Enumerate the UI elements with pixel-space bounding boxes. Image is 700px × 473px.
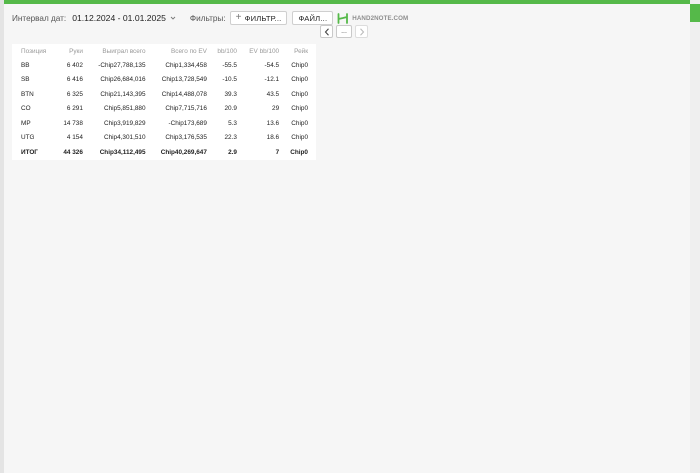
column-header-ev[interactable]: Всего по EV — [149, 44, 210, 58]
filter-button[interactable]: + ФИЛЬТР... — [229, 11, 288, 25]
date-range-selector[interactable]: 01.12.2024 - 01.01.2025 — [72, 13, 176, 23]
cell-rake: Chip0 — [291, 105, 308, 113]
cell-bb100: 22.3 — [224, 134, 237, 142]
position-stats-card: Позиция Руки Выиграл всего Всего по EV b… — [12, 44, 316, 160]
cell-hands: 6 325 — [66, 90, 83, 98]
cell-won: Chip21,143,395 — [100, 90, 146, 98]
column-header-ev-bb100[interactable]: EV bb/100 — [240, 44, 282, 58]
hand2note-logo: HAND2NOTE.COM — [337, 12, 409, 24]
chevron-down-icon — [170, 16, 176, 20]
cell-won: Chip3,919,829 — [103, 119, 146, 127]
cell-won: Chip4,301,510 — [103, 134, 146, 142]
right-edge-accent — [690, 4, 700, 22]
column-header-bb100[interactable]: bb/100 — [210, 44, 240, 58]
cell-ev: Chip14,488,078 — [161, 90, 207, 98]
cell-position: UTG — [21, 134, 35, 142]
cell-position: CO — [21, 105, 31, 113]
filters-label: Фильтры: — [189, 13, 226, 23]
table-row[interactable]: SB 6 416 Chip26,684,016 Chip13,728,549 -10.5… — [12, 73, 316, 88]
column-header-hands[interactable]: Руки — [56, 44, 86, 58]
column-header-rake[interactable]: Рейк — [282, 44, 316, 58]
cell-won: -Chip27,788,135 — [98, 61, 146, 69]
cell-rake: Chip0 — [291, 61, 308, 69]
date-interval-label: Интервал дат: — [12, 13, 67, 23]
total-won: Chip34,112,495 — [99, 148, 146, 156]
cell-hands: 6 416 — [66, 76, 83, 84]
file-button-label: ФАЙЛ... — [298, 13, 328, 23]
header-row: Позиция Руки Выиграл всего Всего по EV b… — [12, 44, 316, 58]
cell-rake: Chip0 — [291, 90, 308, 98]
table-row[interactable]: BTN 6 325 Chip21,143,395 Chip14,488,078 39.3… — [12, 87, 316, 102]
total-rake: Chip0 — [290, 148, 308, 156]
cell-rake: Chip0 — [291, 134, 308, 142]
cell-ev: -Chip173,689 — [168, 119, 207, 127]
chevron-right-icon — [359, 27, 364, 36]
plus-icon: + — [235, 12, 242, 23]
logo-text: HAND2NOTE.COM — [352, 14, 409, 22]
more-pages-button[interactable]: ... — [336, 25, 352, 38]
total-label: ИТОГ — [21, 148, 38, 156]
file-button[interactable]: ФАЙЛ... — [292, 11, 334, 25]
chevron-left-icon — [324, 27, 329, 36]
cell-position: BB — [21, 61, 30, 69]
cell-hands: 6 291 — [66, 105, 83, 113]
total-ev: Chip40,269,647 — [160, 148, 207, 156]
cell-ev-bb100: -54.5 — [264, 61, 280, 69]
cell-hands: 6 402 — [66, 61, 83, 69]
page-navigation: ... — [320, 25, 368, 38]
total-hands: 44 326 — [63, 148, 83, 156]
total-ev-bb100: 7 — [275, 148, 280, 156]
cell-bb100: -10.5 — [222, 76, 237, 84]
cell-rake: Chip0 — [291, 119, 308, 127]
table-row[interactable]: UTG 4 154 Chip4,301,510 Chip3,176,535 22.3 18… — [12, 131, 316, 146]
cell-ev-bb100: 29 — [272, 105, 280, 113]
cell-hands: 4 154 — [66, 134, 83, 142]
total-row: ИТОГ 44 326 Chip34,112,495 Chip40,269,647 2.… — [12, 145, 316, 160]
cell-won: Chip5,851,880 — [103, 105, 146, 113]
table-body: BB 6 402 -Chip27,788,135 Chip1,334,458 -55.5… — [12, 58, 316, 160]
cell-bb100: 39.3 — [224, 90, 237, 98]
hand2note-logo-icon — [337, 12, 349, 24]
cell-rake: Chip0 — [291, 76, 308, 84]
right-edge — [690, 0, 700, 473]
date-range-value: 01.12.2024 - 01.01.2025 — [72, 13, 166, 23]
cell-ev: Chip1,334,458 — [165, 61, 207, 69]
table-row[interactable]: BB 6 402 -Chip27,788,135 Chip1,334,458 -55.5… — [12, 58, 316, 73]
cell-ev: Chip3,176,535 — [165, 134, 207, 142]
table-row[interactable]: MP 14 738 Chip3,919,829 -Chip173,689 5.3 13.6… — [12, 116, 316, 131]
cell-ev-bb100: 18.6 — [266, 134, 280, 142]
table-row[interactable]: CO 6 291 Chip5,851,880 Chip7,715,716 20.9 29 C… — [12, 102, 316, 117]
column-header-won[interactable]: Выиграл всего — [86, 44, 149, 58]
cell-ev-bb100: 13.6 — [266, 119, 280, 127]
cell-ev: Chip7,715,716 — [165, 105, 207, 113]
cell-ev: Chip13,728,549 — [161, 76, 207, 84]
cell-bb100: 5.3 — [228, 119, 237, 127]
total-bb100: 2.9 — [228, 148, 237, 156]
cell-position: BTN — [21, 90, 34, 98]
column-header-position[interactable]: Позиция — [12, 44, 56, 58]
cell-hands: 14 738 — [63, 119, 83, 127]
report-panel: Интервал дат: 01.12.2024 - 01.01.2025 Фи… — [4, 4, 690, 473]
cell-bb100: -55.5 — [222, 61, 237, 69]
cell-bb100: 20.9 — [224, 105, 237, 113]
filter-button-label: ФИЛЬТР... — [244, 13, 282, 23]
cell-position: SB — [21, 76, 30, 84]
position-stats-table: Позиция Руки Выиграл всего Всего по EV b… — [12, 44, 316, 160]
cell-won: Chip26,684,016 — [100, 76, 146, 84]
next-page-button[interactable] — [355, 25, 368, 38]
prev-page-button[interactable] — [320, 25, 333, 38]
cell-ev-bb100: 43.5 — [266, 90, 280, 98]
cell-ev-bb100: -12.1 — [264, 76, 280, 84]
cell-position: MP — [21, 119, 31, 127]
